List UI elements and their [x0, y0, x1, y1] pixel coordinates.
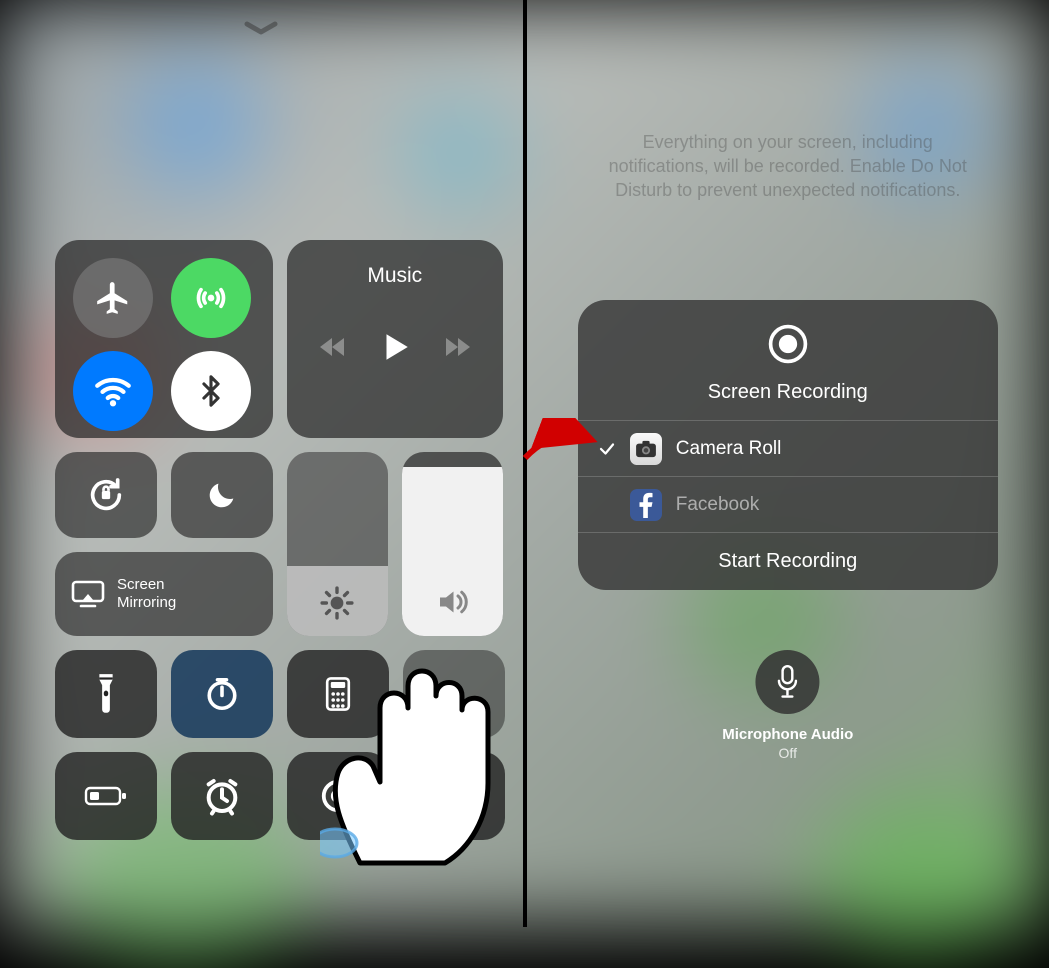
connectivity-card: [55, 240, 273, 438]
hand-pointer-icon: [320, 648, 505, 868]
recording-warning-text: Everything on your screen, including not…: [598, 130, 978, 202]
airplane-mode-toggle[interactable]: [73, 258, 153, 338]
battery-icon: [84, 784, 128, 808]
brightness-icon: [320, 586, 354, 620]
brightness-slider[interactable]: [287, 452, 388, 636]
screen-mirroring-icon: [71, 580, 105, 608]
alarm-icon: [202, 776, 242, 816]
start-recording-button[interactable]: Start Recording: [578, 532, 998, 590]
cellular-icon: [191, 278, 231, 318]
orientation-lock-button[interactable]: [55, 452, 157, 538]
flashlight-button[interactable]: [55, 650, 157, 738]
facebook-app-icon: [630, 489, 662, 521]
volume-icon: [434, 584, 470, 620]
option-label: Facebook: [676, 494, 759, 516]
photos-app-icon: [630, 433, 662, 465]
next-track-icon[interactable]: [442, 335, 472, 359]
bluetooth-toggle[interactable]: [171, 351, 251, 431]
flashlight-icon: [93, 673, 119, 715]
screen-mirroring-label: ScreenMirroring: [117, 576, 176, 612]
wifi-icon: [92, 370, 134, 412]
microphone-icon: [775, 665, 801, 699]
wifi-toggle[interactable]: [73, 351, 153, 431]
do-not-disturb-button[interactable]: [171, 452, 273, 538]
timer-icon: [204, 676, 240, 712]
microphone-label: Microphone Audio: [722, 726, 853, 743]
microphone-audio-toggle[interactable]: Microphone Audio Off: [722, 650, 853, 761]
chevron-down-icon[interactable]: [241, 20, 281, 38]
moon-icon: [205, 478, 239, 512]
music-label: Music: [367, 264, 422, 288]
microphone-state: Off: [722, 745, 853, 761]
timer-button[interactable]: [171, 650, 273, 738]
destination-option-camera-roll[interactable]: Camera Roll: [578, 420, 998, 476]
screen-recording-title: Screen Recording: [578, 381, 998, 404]
play-icon[interactable]: [378, 330, 412, 364]
music-card[interactable]: Music: [287, 240, 503, 438]
bluetooth-icon: [194, 374, 228, 408]
check-icon: [598, 440, 616, 458]
volume-slider[interactable]: [402, 452, 503, 636]
screen-recording-sheet: Everything on your screen, including not…: [527, 0, 1049, 927]
option-label: Camera Roll: [676, 438, 782, 460]
alarm-button[interactable]: [171, 752, 273, 840]
low-power-button[interactable]: [55, 752, 157, 840]
orientation-lock-icon: [86, 475, 126, 515]
screen-mirroring-button[interactable]: ScreenMirroring: [55, 552, 273, 636]
cellular-data-toggle[interactable]: [171, 258, 251, 338]
record-icon: [766, 322, 810, 366]
annotation-arrow-icon: [520, 418, 600, 468]
previous-track-icon[interactable]: [318, 335, 348, 359]
screen-recording-card: Screen Recording Camera Roll: [578, 300, 998, 590]
destination-option-facebook[interactable]: Facebook: [578, 476, 998, 532]
airplane-icon: [94, 279, 132, 317]
